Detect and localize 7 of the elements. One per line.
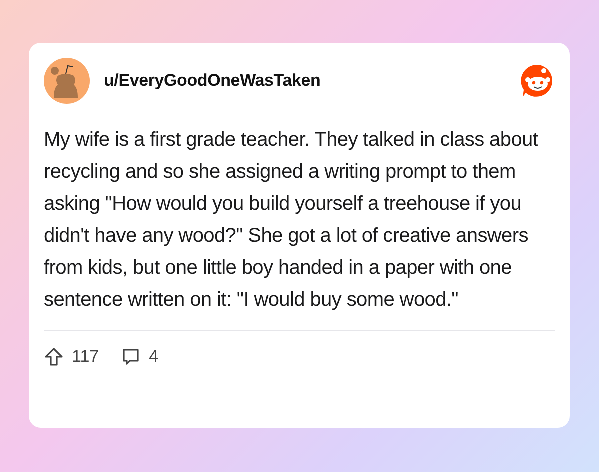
avatar-icon (44, 58, 90, 104)
username[interactable]: u/EveryGoodOneWasTaken (104, 71, 506, 91)
upvote-count: 117 (72, 347, 100, 367)
post-text: My wife is a first grade teacher. They talked in class about recycling and so she assigned a writing prompt to them asking "How would you build yourself a treehouse if you didn't have any wood?" She got a lot of creative answers from kids, but one little boy handed in a paper with one sentence written on it: "I would buy some wood." (44, 128, 540, 313)
comment-count: 4 (149, 347, 159, 367)
comment-icon[interactable] (121, 347, 142, 367)
upvote-icon[interactable] (44, 347, 64, 367)
